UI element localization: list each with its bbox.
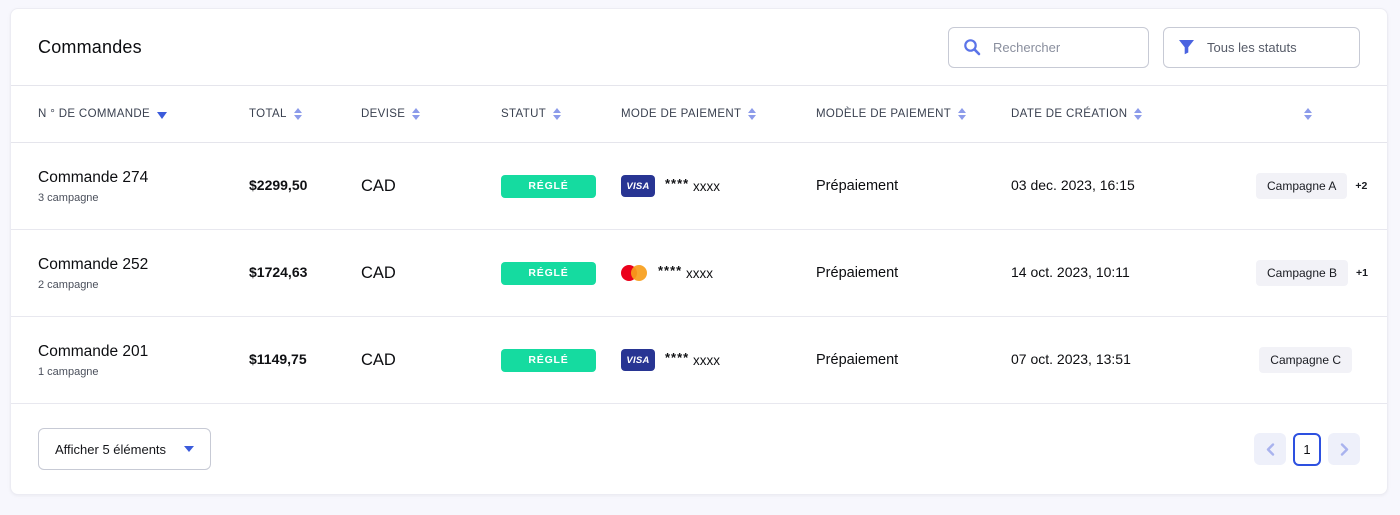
column-label: TOTAL bbox=[249, 108, 287, 120]
order-campaign-count: 2 campagne bbox=[38, 279, 249, 291]
sort-icon[interactable] bbox=[553, 108, 561, 120]
toolbar: Tous les statuts bbox=[948, 27, 1360, 68]
order-campaign-count: 1 campagne bbox=[38, 366, 249, 378]
sort-icon[interactable] bbox=[294, 108, 302, 120]
column-label: MODE DE PAIEMENT bbox=[621, 108, 741, 120]
table-header: N ° DE COMMANDE TOTAL DEVISE STATUT MODE… bbox=[11, 86, 1387, 143]
search-box[interactable] bbox=[948, 27, 1149, 68]
column-label: MODÈLE DE PAIEMENT bbox=[816, 108, 951, 120]
table-footer: Afficher 5 éléments 1 bbox=[11, 404, 1387, 494]
page-title: Commandes bbox=[38, 37, 142, 58]
current-page-button[interactable]: 1 bbox=[1293, 433, 1321, 466]
total-value: $1149,75 bbox=[249, 351, 307, 367]
status-badge: RÉGLÉ bbox=[501, 175, 596, 198]
chevron-down-icon bbox=[184, 446, 194, 452]
search-icon bbox=[963, 38, 981, 56]
column-header-statut[interactable]: STATUT bbox=[501, 108, 621, 120]
campaign-pill: Campagne A bbox=[1256, 173, 1347, 199]
card-number: **** xxxx bbox=[665, 179, 720, 194]
sort-desc-icon[interactable] bbox=[157, 112, 167, 119]
payment-model: Prépaiement bbox=[816, 265, 898, 281]
status-filter-label: Tous les statuts bbox=[1207, 40, 1297, 55]
visa-card-icon: VISA bbox=[621, 175, 655, 197]
total-value: $2299,50 bbox=[249, 177, 307, 193]
table-row[interactable]: Commande 274 3 campagne $2299,50 CAD RÉG… bbox=[11, 143, 1387, 230]
order-campaign-count: 3 campagne bbox=[38, 192, 249, 204]
order-name: Commande 201 bbox=[38, 343, 249, 361]
next-page-button[interactable] bbox=[1328, 433, 1360, 465]
chevron-left-icon bbox=[1266, 443, 1275, 456]
campaign-pill: Campagne B bbox=[1256, 260, 1348, 286]
page-size-dropdown[interactable]: Afficher 5 éléments bbox=[38, 428, 211, 470]
sort-icon[interactable] bbox=[748, 108, 756, 120]
payment-model: Prépaiement bbox=[816, 352, 898, 368]
column-label: N ° DE COMMANDE bbox=[38, 108, 150, 120]
payment-method-cell: **** xxxx bbox=[621, 265, 816, 282]
column-header-campagne[interactable] bbox=[1256, 108, 1360, 120]
orders-card: Commandes Tous les statuts N ° DE COMMAN… bbox=[10, 8, 1388, 495]
card-number: **** xxxx bbox=[665, 353, 720, 368]
column-label: STATUT bbox=[501, 108, 546, 120]
currency-value: CAD bbox=[361, 177, 396, 195]
payment-method-cell: VISA **** xxxx bbox=[621, 175, 816, 197]
column-header-order[interactable]: N ° DE COMMANDE bbox=[38, 108, 249, 120]
search-input[interactable] bbox=[993, 40, 1134, 55]
campaign-extra-count: +1 bbox=[1356, 267, 1368, 279]
visa-card-icon: VISA bbox=[621, 349, 655, 371]
column-label: DEVISE bbox=[361, 108, 405, 120]
order-name: Commande 274 bbox=[38, 169, 249, 187]
column-header-modele-paiement[interactable]: MODÈLE DE PAIEMENT bbox=[816, 108, 1011, 120]
pagination: 1 bbox=[1254, 433, 1360, 466]
status-badge: RÉGLÉ bbox=[501, 262, 596, 285]
column-label: DATE DE CRÉATION bbox=[1011, 108, 1127, 120]
creation-date: 07 oct. 2023, 13:51 bbox=[1011, 351, 1131, 367]
column-header-total[interactable]: TOTAL bbox=[249, 108, 361, 120]
table-row[interactable]: Commande 252 2 campagne $1724,63 CAD RÉG… bbox=[11, 230, 1387, 317]
header-bar: Commandes Tous les statuts bbox=[11, 9, 1387, 86]
previous-page-button[interactable] bbox=[1254, 433, 1286, 465]
order-cell: Commande 201 1 campagne bbox=[38, 343, 249, 378]
sort-icon[interactable] bbox=[1134, 108, 1142, 120]
creation-date: 14 oct. 2023, 10:11 bbox=[1011, 264, 1130, 280]
status-badge: RÉGLÉ bbox=[501, 349, 596, 372]
card-number: **** xxxx bbox=[658, 266, 713, 281]
creation-date: 03 dec. 2023, 16:15 bbox=[1011, 177, 1135, 193]
currency-value: CAD bbox=[361, 351, 396, 369]
sort-icon[interactable] bbox=[1304, 108, 1312, 120]
campaign-extra-count: +2 bbox=[1355, 180, 1367, 192]
campaign-pill: Campagne C bbox=[1259, 347, 1352, 373]
page-size-label: Afficher 5 éléments bbox=[55, 442, 166, 457]
payment-model: Prépaiement bbox=[816, 178, 898, 194]
filter-funnel-icon bbox=[1178, 39, 1195, 55]
payment-method-cell: VISA **** xxxx bbox=[621, 349, 816, 371]
chevron-right-icon bbox=[1340, 443, 1349, 456]
order-cell: Commande 274 3 campagne bbox=[38, 169, 249, 204]
mastercard-icon bbox=[621, 265, 648, 282]
column-header-mode-paiement[interactable]: MODE DE PAIEMENT bbox=[621, 108, 816, 120]
sort-icon[interactable] bbox=[958, 108, 966, 120]
sort-icon[interactable] bbox=[412, 108, 420, 120]
order-cell: Commande 252 2 campagne bbox=[38, 256, 249, 291]
total-value: $1724,63 bbox=[249, 264, 307, 280]
column-header-devise[interactable]: DEVISE bbox=[361, 108, 501, 120]
column-header-date-creation[interactable]: DATE DE CRÉATION bbox=[1011, 108, 1256, 120]
table-row[interactable]: Commande 201 1 campagne $1149,75 CAD RÉG… bbox=[11, 317, 1387, 404]
status-filter[interactable]: Tous les statuts bbox=[1163, 27, 1360, 68]
order-name: Commande 252 bbox=[38, 256, 249, 274]
currency-value: CAD bbox=[361, 264, 396, 282]
